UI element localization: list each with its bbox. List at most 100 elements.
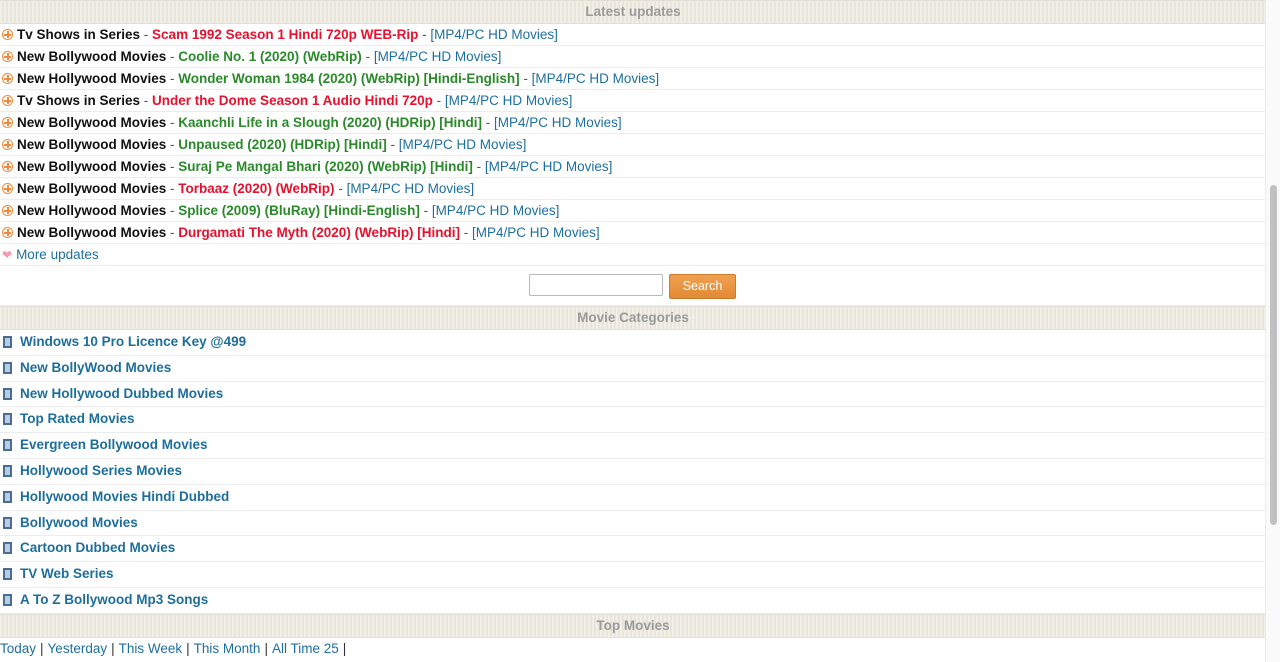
latest-updates-header: Latest updates: [0, 0, 1266, 24]
film-icon: [3, 439, 12, 452]
separator: -: [519, 71, 532, 86]
search-input[interactable]: [529, 274, 663, 296]
top-movies-link[interactable]: This Week: [119, 641, 183, 656]
update-row: New Bollywood Movies - Coolie No. 1 (202…: [0, 46, 1266, 68]
update-tag-link[interactable]: [MP4/PC HD Movies]: [432, 203, 560, 218]
update-row: New Bollywood Movies - Unpaused (2020) (…: [0, 134, 1266, 156]
update-tag-link[interactable]: [MP4/PC HD Movies]: [472, 225, 600, 240]
plus-icon: [2, 227, 13, 238]
category-link[interactable]: Windows 10 Pro Licence Key @499: [20, 334, 246, 349]
page: Latest updates Tv Shows in Series - Scam…: [0, 0, 1266, 662]
separator: -: [334, 181, 347, 196]
update-row: New Bollywood Movies - Durgamati The Myt…: [0, 222, 1266, 244]
category-row: A To Z Bollywood Mp3 Songs: [0, 588, 1266, 614]
category-link[interactable]: TV Web Series: [20, 566, 114, 581]
plus-icon: [2, 117, 13, 128]
category-link[interactable]: Hollywood Series Movies: [20, 463, 182, 478]
link-divider: |: [40, 640, 44, 656]
top-movies-link[interactable]: Yesterday: [48, 641, 108, 656]
update-category: New Hollywood Movies: [17, 203, 167, 218]
category-row: Hollywood Series Movies: [0, 459, 1266, 485]
update-title-link[interactable]: Coolie No. 1 (2020) (WebRip): [178, 49, 362, 64]
more-updates-link[interactable]: More updates: [16, 247, 99, 262]
separator: -: [140, 27, 153, 42]
update-title-link[interactable]: Under the Dome Season 1 Audio Hindi 720p: [152, 93, 433, 108]
update-tag-link[interactable]: [MP4/PC HD Movies]: [532, 71, 660, 86]
update-tag-link[interactable]: [MP4/PC HD Movies]: [445, 93, 573, 108]
film-icon: [3, 593, 12, 606]
film-icon: [3, 516, 12, 529]
top-movies-link[interactable]: All Time 25: [272, 641, 339, 656]
update-title-link[interactable]: Suraj Pe Mangal Bhari (2020) (WebRip) [H…: [178, 159, 473, 174]
scrollbar[interactable]: [1265, 0, 1280, 662]
scrollbar-thumb[interactable]: [1270, 185, 1277, 525]
separator: -: [166, 203, 179, 218]
update-category: New Bollywood Movies: [17, 137, 167, 152]
link-divider: |: [186, 640, 190, 656]
category-row: Bollywood Movies: [0, 511, 1266, 537]
top-movies-links: Today | Yesterday | This Week | This Month | All…: [0, 638, 1266, 659]
top-movies-link[interactable]: Today: [0, 641, 36, 656]
update-category: New Bollywood Movies: [17, 225, 167, 240]
update-category: New Bollywood Movies: [17, 115, 167, 130]
plus-icon: [2, 139, 13, 150]
category-link[interactable]: Cartoon Dubbed Movies: [20, 540, 175, 555]
category-link[interactable]: A To Z Bollywood Mp3 Songs: [20, 592, 208, 607]
top-movies-link[interactable]: This Month: [194, 641, 261, 656]
separator: -: [140, 93, 153, 108]
update-title-link[interactable]: Durgamati The Myth (2020) (WebRip) [Hind…: [178, 225, 460, 240]
category-link[interactable]: Top Rated Movies: [20, 411, 135, 426]
plus-icon: [2, 205, 13, 216]
category-row: Windows 10 Pro Licence Key @499: [0, 330, 1266, 356]
separator: -: [472, 159, 485, 174]
separator: -: [418, 27, 431, 42]
film-icon: [3, 413, 12, 426]
separator: -: [432, 93, 445, 108]
plus-icon: [2, 73, 13, 84]
update-tag-link[interactable]: [MP4/PC HD Movies]: [494, 115, 622, 130]
update-category: New Bollywood Movies: [17, 181, 167, 196]
categories-list: Windows 10 Pro Licence Key @499 New Bolly…: [0, 330, 1266, 614]
update-title-link[interactable]: Kaanchli Life in a Slough (2020) (HDRip)…: [178, 115, 482, 130]
update-row: Tv Shows in Series - Under the Dome Seas…: [0, 90, 1266, 112]
update-category: New Hollywood Movies: [17, 71, 167, 86]
category-link[interactable]: Hollywood Movies Hindi Dubbed: [20, 489, 229, 504]
update-tag-link[interactable]: [MP4/PC HD Movies]: [347, 181, 475, 196]
link-divider: |: [342, 640, 347, 656]
update-title-link[interactable]: Splice (2009) (BluRay) [Hindi-English]: [178, 203, 420, 218]
movie-categories-header: Movie Categories: [0, 306, 1266, 330]
separator: -: [166, 115, 179, 130]
update-category: Tv Shows in Series: [17, 93, 141, 108]
update-title-link[interactable]: Unpaused (2020) (HDRip) [Hindi]: [178, 137, 387, 152]
update-title-link[interactable]: Scam 1992 Season 1 Hindi 720p WEB-Rip: [152, 27, 418, 42]
update-tag-link[interactable]: [MP4/PC HD Movies]: [399, 137, 527, 152]
category-link[interactable]: New BollyWood Movies: [20, 360, 171, 375]
category-link[interactable]: Bollywood Movies: [20, 515, 138, 530]
separator: -: [166, 49, 179, 64]
category-link[interactable]: New Hollywood Dubbed Movies: [20, 386, 223, 401]
separator: -: [166, 225, 179, 240]
update-title-link[interactable]: Wonder Woman 1984 (2020) (WebRip) [Hindi…: [178, 71, 519, 86]
update-tag-link[interactable]: [MP4/PC HD Movies]: [430, 27, 558, 42]
film-icon: [3, 542, 12, 555]
plus-icon: [2, 29, 13, 40]
search-button[interactable]: Search: [669, 274, 736, 299]
category-row: Evergreen Bollywood Movies: [0, 433, 1266, 459]
plus-icon: [2, 51, 13, 62]
category-row: Hollywood Movies Hindi Dubbed: [0, 485, 1266, 511]
search-bar: Search: [0, 266, 1266, 306]
update-category: Tv Shows in Series: [17, 27, 141, 42]
plus-icon: [2, 183, 13, 194]
more-updates-row: ❤ More updates: [0, 244, 1266, 266]
update-title-link[interactable]: Torbaaz (2020) (WebRip): [178, 181, 334, 196]
separator: -: [166, 71, 179, 86]
film-icon: [3, 336, 12, 348]
update-category: New Bollywood Movies: [17, 159, 167, 174]
update-row: New Bollywood Movies - Suraj Pe Mangal B…: [0, 156, 1266, 178]
film-icon: [3, 361, 12, 374]
category-row: New BollyWood Movies: [0, 356, 1266, 382]
update-row: New Hollywood Movies - Splice (2009) (Bl…: [0, 200, 1266, 222]
category-link[interactable]: Evergreen Bollywood Movies: [20, 437, 208, 452]
update-tag-link[interactable]: [MP4/PC HD Movies]: [485, 159, 613, 174]
update-tag-link[interactable]: [MP4/PC HD Movies]: [374, 49, 502, 64]
